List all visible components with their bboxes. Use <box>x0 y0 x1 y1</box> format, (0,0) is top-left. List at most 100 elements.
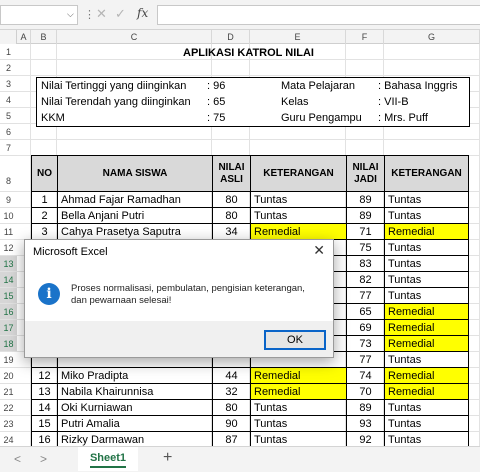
cell-no[interactable]: 1 <box>31 191 58 208</box>
cell-ket2[interactable]: Tuntas <box>384 415 469 432</box>
column-header-a[interactable]: A <box>17 30 31 44</box>
cell-jadi[interactable]: 83 <box>346 255 385 272</box>
cell-asli[interactable]: 80 <box>212 399 251 416</box>
cell-ket2[interactable]: Tuntas <box>384 271 469 288</box>
row-header-10[interactable]: 10 <box>0 208 17 224</box>
row-header-3[interactable]: 3 <box>0 76 17 92</box>
formula-input[interactable] <box>157 5 480 25</box>
row-header-1[interactable]: 1 <box>0 44 17 60</box>
cell-asli[interactable]: 44 <box>212 367 251 384</box>
cell-ket2[interactable]: Remedial <box>384 383 469 400</box>
cell-ket1[interactable]: Tuntas <box>250 191 347 208</box>
cell-no[interactable]: 14 <box>31 399 58 416</box>
row-header-24[interactable]: 24 <box>0 432 17 446</box>
row-header-18[interactable]: 18 <box>0 336 17 352</box>
cell-no[interactable]: 12 <box>31 367 58 384</box>
cell-no[interactable]: 16 <box>31 431 58 446</box>
row-header-15[interactable]: 15 <box>0 288 17 304</box>
chevron-right-icon[interactable]: > <box>40 452 47 466</box>
row-header-2[interactable]: 2 <box>0 60 17 76</box>
insert-function-icon[interactable]: fx <box>137 6 148 20</box>
cell-jadi[interactable]: 65 <box>346 303 385 320</box>
cell-ket2[interactable]: Remedial <box>384 335 469 352</box>
cell-no[interactable]: 2 <box>31 207 58 224</box>
ok-button[interactable]: OK <box>264 330 326 350</box>
cell-nama[interactable]: Putri Amalia <box>57 415 213 432</box>
cell-jadi[interactable]: 89 <box>346 399 385 416</box>
cell-jadi[interactable]: 74 <box>346 367 385 384</box>
cell-ket2[interactable]: Tuntas <box>384 351 469 368</box>
cell-nama[interactable]: Ahmad Fajar Ramadhan <box>57 191 213 208</box>
check-icon[interactable]: ✓ <box>115 6 126 22</box>
row-header-12[interactable]: 12 <box>0 240 17 256</box>
cell-no[interactable]: 3 <box>31 223 58 240</box>
cell-nama[interactable]: Oki Kurniawan <box>57 399 213 416</box>
row-header-6[interactable]: 6 <box>0 124 17 140</box>
cell-asli[interactable]: 90 <box>212 415 251 432</box>
more-options-icon[interactable]: ⋮ <box>84 8 95 21</box>
cell-ket2[interactable]: Tuntas <box>384 239 469 256</box>
row-header-4[interactable]: 4 <box>0 92 17 108</box>
add-sheet-icon[interactable]: + <box>163 449 172 467</box>
column-header-g[interactable]: G <box>384 30 480 44</box>
row-header-22[interactable]: 22 <box>0 400 17 416</box>
row-header-17[interactable]: 17 <box>0 320 17 336</box>
row-header-23[interactable]: 23 <box>0 416 17 432</box>
cell-nama[interactable]: Nabila Khairunnisa <box>57 383 213 400</box>
column-header-f[interactable]: F <box>346 30 384 44</box>
close-icon[interactable]: ✕ <box>313 242 325 259</box>
select-all-corner[interactable] <box>0 30 17 44</box>
column-header-b[interactable]: B <box>31 30 57 44</box>
column-header-c[interactable]: C <box>57 30 212 44</box>
cell-jadi[interactable]: 92 <box>346 431 385 446</box>
cell-ket2[interactable]: Tuntas <box>384 399 469 416</box>
cell-asli[interactable]: 87 <box>212 431 251 446</box>
cancel-icon[interactable]: ✕ <box>96 6 107 22</box>
cell-jadi[interactable]: 71 <box>346 223 385 240</box>
row-header-5[interactable]: 5 <box>0 108 17 124</box>
cell-ket1[interactable]: Tuntas <box>250 415 347 432</box>
cell-nama[interactable]: Miko Pradipta <box>57 367 213 384</box>
cell-ket2[interactable]: Remedial <box>384 367 469 384</box>
cell-ket2[interactable]: Remedial <box>384 223 469 240</box>
row-header-13[interactable]: 13 <box>0 256 17 272</box>
cell-no[interactable]: 15 <box>31 415 58 432</box>
sheet-tab-sheet1[interactable]: Sheet1 <box>78 447 138 471</box>
name-box[interactable]: ⌵ <box>0 5 78 25</box>
cell-jadi[interactable]: 89 <box>346 207 385 224</box>
cell-asli[interactable]: 34 <box>212 223 251 240</box>
cell-jadi[interactable]: 69 <box>346 319 385 336</box>
worksheet-grid[interactable]: ABCDEFG 1 2 3 4 5 6 7 8 9 10 11 12 13 14 15 16 17 18 19 20 2… <box>0 30 480 446</box>
row-header-16[interactable]: 16 <box>0 304 17 320</box>
row-header-19[interactable]: 19 <box>0 352 17 368</box>
cell-jadi[interactable]: 73 <box>346 335 385 352</box>
cell-ket1[interactable]: Remedial <box>250 223 347 240</box>
column-header-e[interactable]: E <box>250 30 346 44</box>
row-header-20[interactable]: 20 <box>0 368 17 384</box>
cell-ket2[interactable]: Tuntas <box>384 255 469 272</box>
column-header-d[interactable]: D <box>212 30 250 44</box>
cell-ket1[interactable]: Remedial <box>250 383 347 400</box>
row-header-9[interactable]: 9 <box>0 192 17 208</box>
cell-ket2[interactable]: Remedial <box>384 303 469 320</box>
cell-ket1[interactable]: Tuntas <box>250 207 347 224</box>
cell-ket2[interactable]: Remedial <box>384 319 469 336</box>
cell-ket2[interactable]: Tuntas <box>384 287 469 304</box>
cell-nama[interactable]: Bella Anjani Putri <box>57 207 213 224</box>
cell-jadi[interactable]: 75 <box>346 239 385 256</box>
row-header-11[interactable]: 11 <box>0 224 17 240</box>
row-header-14[interactable]: 14 <box>0 272 17 288</box>
cell-ket2[interactable]: Tuntas <box>384 207 469 224</box>
cell-ket1[interactable]: Remedial <box>250 367 347 384</box>
cell-no[interactable]: 13 <box>31 383 58 400</box>
cell-nama[interactable]: Cahya Prasetya Saputra <box>57 223 213 240</box>
cell-asli[interactable]: 80 <box>212 191 251 208</box>
row-header-8[interactable]: 8 <box>0 156 17 192</box>
cell-jadi[interactable]: 93 <box>346 415 385 432</box>
row-header-7[interactable]: 7 <box>0 140 17 156</box>
row-header-21[interactable]: 21 <box>0 384 17 400</box>
cell-jadi[interactable]: 77 <box>346 287 385 304</box>
chevron-down-icon[interactable]: ⌵ <box>67 9 74 20</box>
chevron-left-icon[interactable]: < <box>14 452 21 466</box>
cell-jadi[interactable]: 89 <box>346 191 385 208</box>
